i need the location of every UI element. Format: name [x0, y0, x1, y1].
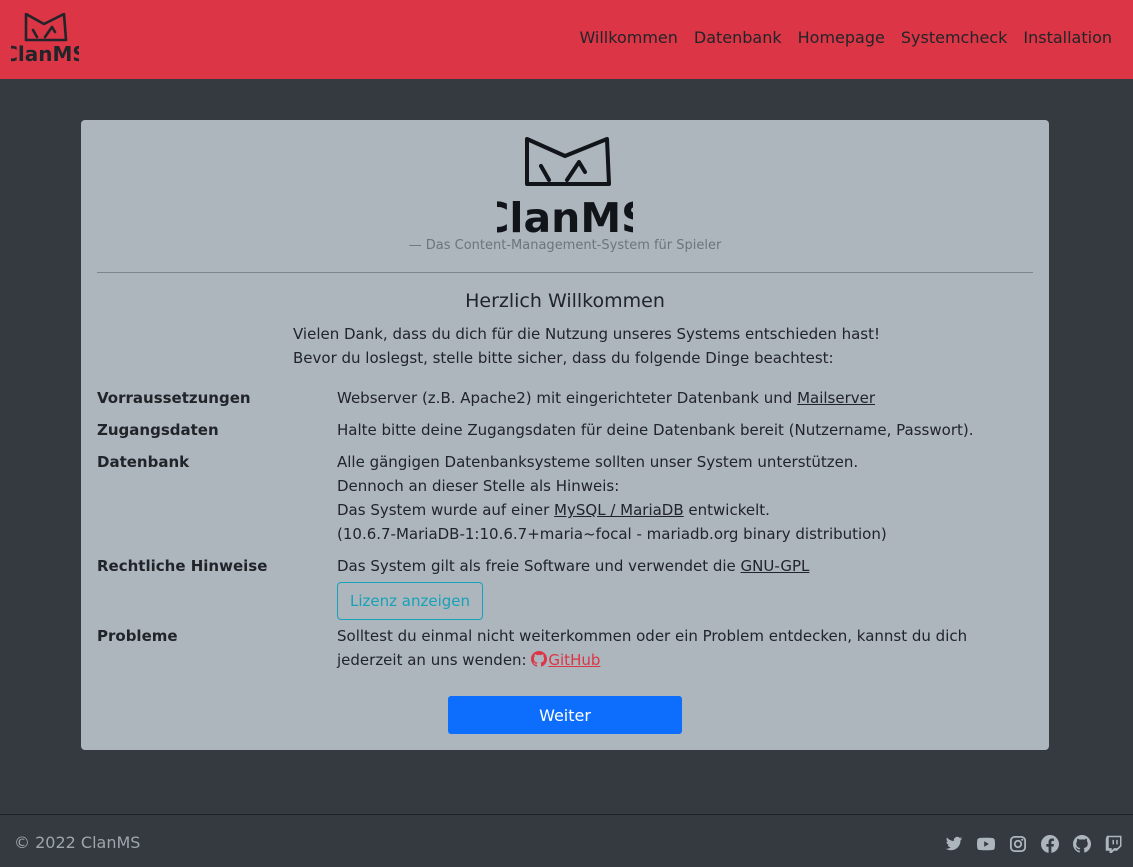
instagram-icon[interactable] [1009, 835, 1027, 853]
nav-systemcheck[interactable]: Systemcheck [901, 27, 1008, 49]
mysql-mariadb-link[interactable]: MySQL / MariaDB [554, 501, 684, 519]
welcome-card: ClanMS — Das Content-Management-System f… [81, 120, 1049, 750]
database-line-2: Dennoch an dieser Stelle als Hinweis: [337, 477, 620, 495]
youtube-icon[interactable] [976, 835, 996, 853]
intro-line-2: Bevor du loslegst, stelle bitte sicher, … [293, 349, 834, 367]
gnu-gpl-link[interactable]: GNU-GPL [741, 557, 810, 575]
footer: © 2022 ClanMS [0, 814, 1133, 867]
database-line-3: Das System wurde auf einer MySQL / Maria… [337, 498, 1027, 522]
brand-name: ClanMS [11, 42, 79, 63]
twitch-icon[interactable] [1105, 835, 1123, 853]
hero-logo: ClanMS [479, 136, 651, 242]
database-value: Alle gängigen Datenbanksysteme sollten u… [337, 450, 1027, 546]
legal-label: Rechtliche Hinweise [97, 557, 268, 575]
show-license-button[interactable]: Lizenz anzeigen [337, 582, 483, 620]
nav-homepage[interactable]: Homepage [798, 27, 885, 49]
database-label: Datenbank [97, 453, 190, 471]
legal-value: Das System gilt als freie Software und v… [337, 554, 1027, 620]
twitter-icon[interactable] [945, 835, 963, 853]
facebook-icon[interactable] [1041, 835, 1059, 853]
navbar: ClanMS Willkommen Datenbank Homepage Sys… [0, 0, 1133, 79]
requirements-value: Webserver (z.B. Apache2) mit eingerichte… [337, 386, 1027, 410]
database-version: (10.6.7-MariaDB-1:10.6.7+maria~focal - m… [337, 525, 887, 543]
nav-datenbank[interactable]: Datenbank [694, 27, 782, 49]
requirements-label: Vorraussetzungen [97, 389, 251, 407]
nav-willkommen[interactable]: Willkommen [579, 27, 677, 49]
database-line-1: Alle gängigen Datenbanksysteme sollten u… [337, 453, 859, 471]
social-links [945, 835, 1123, 853]
next-button[interactable]: Weiter [448, 696, 682, 734]
problems-label: Probleme [97, 627, 178, 645]
welcome-title: Herzlich Willkommen [465, 290, 665, 312]
credentials-value: Halte bitte deine Zugangsdaten für deine… [337, 421, 974, 439]
legal-text: Das System gilt als freie Software und v… [337, 557, 741, 575]
github-link-label: GitHub [548, 651, 601, 669]
intro-text: Vielen Dank, dass du dich für die Nutzun… [293, 322, 893, 370]
intro-line-1: Vielen Dank, dass du dich für die Nutzun… [293, 325, 881, 343]
hero-logo-name: ClanMS [497, 194, 633, 236]
github-link[interactable]: GitHub [531, 651, 600, 669]
requirements-text: Webserver (z.B. Apache2) mit eingerichte… [337, 389, 798, 407]
divider [97, 272, 1033, 273]
copyright: © 2022 ClanMS [14, 833, 141, 852]
mailserver-link[interactable]: Mailserver [797, 389, 875, 407]
main-nav: Willkommen Datenbank Homepage Systemchec… [579, 27, 1112, 49]
database-line-3-post: entwickelt. [683, 501, 770, 519]
problems-text: Solltest du einmal nicht weiterkommen od… [337, 627, 968, 669]
credentials-label: Zugangsdaten [97, 421, 219, 439]
tagline: — Das Content-Management-System für Spie… [408, 238, 722, 253]
problems-value: Solltest du einmal nicht weiterkommen od… [337, 624, 1027, 672]
brand-logo[interactable]: ClanMS [3, 12, 87, 66]
database-line-3-pre: Das System wurde auf einer [337, 501, 555, 519]
github-icon [531, 650, 548, 667]
github-icon[interactable] [1073, 835, 1091, 853]
nav-installation[interactable]: Installation [1023, 27, 1112, 49]
